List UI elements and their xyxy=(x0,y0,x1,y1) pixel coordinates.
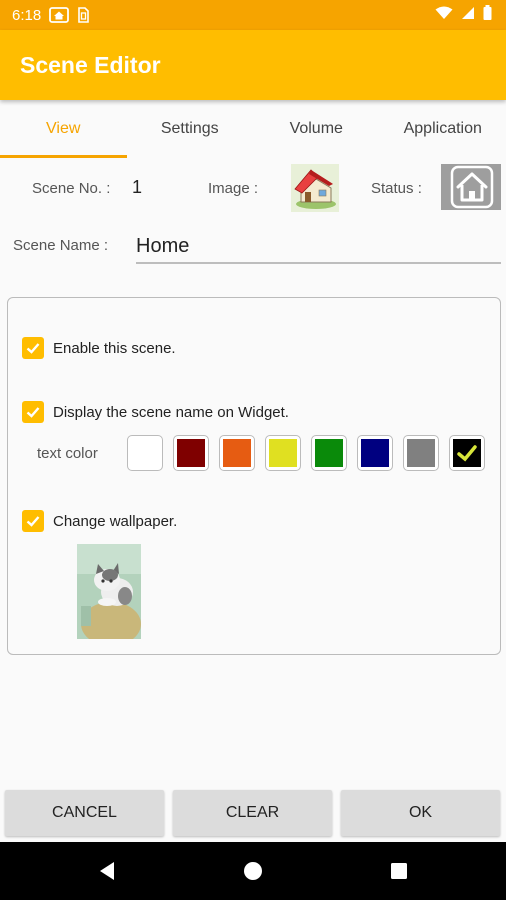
wifi-icon xyxy=(435,6,453,25)
scene-number-value: 1 xyxy=(132,177,143,197)
home-notification-icon xyxy=(49,7,70,23)
tab-bar: View Settings Volume Application xyxy=(0,100,506,158)
enable-scene-checkbox[interactable] xyxy=(22,337,44,359)
color-swatch-black-selected[interactable] xyxy=(449,435,485,471)
color-swatch-dark-red[interactable] xyxy=(173,435,209,471)
tab-settings[interactable]: Settings xyxy=(127,100,254,158)
status-bar: 6:18 xyxy=(0,0,506,30)
display-name-checkbox[interactable] xyxy=(22,401,44,423)
color-swatch-yellow[interactable] xyxy=(265,435,301,471)
clear-button[interactable]: CLEAR xyxy=(173,790,332,836)
enable-scene-label: Enable this scene. xyxy=(53,339,176,357)
tab-view[interactable]: View xyxy=(0,100,127,158)
options-panel: Enable this scene. Display the scene nam… xyxy=(7,297,501,655)
change-wallpaper-label: Change wallpaper. xyxy=(53,512,178,530)
tab-application[interactable]: Application xyxy=(380,100,506,158)
back-icon[interactable] xyxy=(77,842,137,900)
image-label: Image : xyxy=(208,180,259,197)
scene-info-row: Scene No. : 1 Image : Status : xyxy=(0,164,506,212)
selected-check-icon xyxy=(457,445,477,462)
color-swatch-green[interactable] xyxy=(311,435,347,471)
scene-number-label: Scene No. : xyxy=(32,180,111,197)
display-name-label: Display the scene name on Widget. xyxy=(53,403,289,421)
house-image-icon[interactable] xyxy=(291,164,339,212)
change-wallpaper-checkbox[interactable] xyxy=(22,510,44,532)
battery-icon xyxy=(483,5,492,25)
status-home-icon[interactable] xyxy=(441,164,501,210)
app-bar: Scene Editor xyxy=(0,30,506,100)
status-time: 6:18 xyxy=(12,6,42,24)
tab-volume[interactable]: Volume xyxy=(253,100,380,158)
recents-square-icon[interactable] xyxy=(369,842,429,900)
enable-scene-option[interactable]: Enable this scene. xyxy=(22,337,176,359)
system-nav-bar xyxy=(0,842,506,900)
text-color-swatches xyxy=(127,435,485,471)
scene-name-input[interactable] xyxy=(136,230,501,264)
wallpaper-thumbnail[interactable] xyxy=(77,544,141,639)
status-label: Status : xyxy=(371,180,422,197)
app-title: Scene Editor xyxy=(20,51,161,78)
color-swatch-orange[interactable] xyxy=(219,435,255,471)
color-swatch-white[interactable] xyxy=(127,435,163,471)
color-swatch-navy[interactable] xyxy=(357,435,393,471)
ok-button[interactable]: OK xyxy=(341,790,500,836)
action-bar: CANCEL CLEAR OK xyxy=(0,786,506,840)
color-swatch-gray[interactable] xyxy=(403,435,439,471)
display-name-option[interactable]: Display the scene name on Widget. xyxy=(22,401,289,423)
scene-name-label: Scene Name : xyxy=(13,237,109,254)
signal-icon xyxy=(461,6,475,25)
home-circle-icon[interactable] xyxy=(223,842,283,900)
change-wallpaper-option[interactable]: Change wallpaper. xyxy=(22,510,177,532)
scene-name-row: Scene Name : xyxy=(0,228,506,268)
sim-card-icon xyxy=(77,7,90,23)
cancel-button[interactable]: CANCEL xyxy=(5,790,164,836)
text-color-label: text color xyxy=(37,445,98,462)
